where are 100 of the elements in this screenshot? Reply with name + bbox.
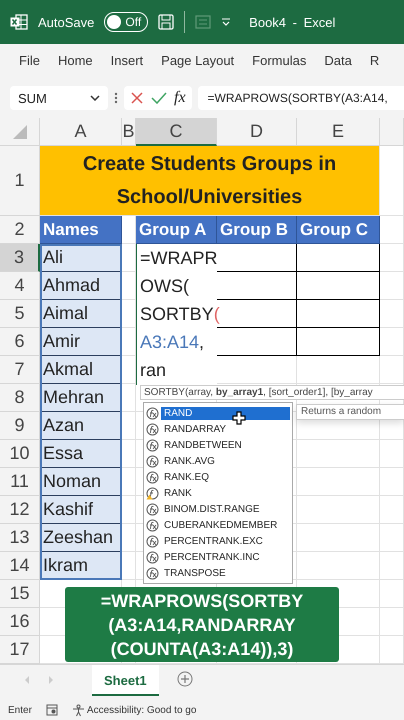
row-header[interactable]: 9 — [0, 412, 40, 440]
row-header[interactable]: 14 — [0, 552, 40, 580]
row-header[interactable]: 3 — [0, 244, 40, 272]
autosave-toggle[interactable]: Off — [104, 12, 148, 32]
title-cell: Create Students Groups in School/Universities — [40, 146, 380, 216]
table-cell: Ahmad — [40, 272, 122, 300]
table-cell — [380, 328, 404, 356]
column-header[interactable]: D — [217, 118, 297, 146]
table-cell — [380, 244, 404, 272]
sheet-tab[interactable]: Sheet1 — [92, 665, 159, 696]
add-sheet-icon[interactable] — [176, 671, 193, 687]
autocomplete-item[interactable]: RANK.EQ — [144, 469, 292, 485]
function-icon — [146, 422, 159, 436]
row-header[interactable]: 2 — [0, 216, 40, 244]
form-icon[interactable] — [195, 15, 212, 29]
table-cell: Akmal — [40, 356, 122, 384]
formula-field[interactable]: =WRAPROWS(SORTBY(A3:A14, — [198, 86, 404, 110]
description-tooltip: Returns a random — [296, 404, 404, 420]
ribbon-tab[interactable]: File — [10, 44, 49, 78]
table-cell — [380, 272, 404, 300]
table-cell: Azan — [40, 412, 122, 440]
column-header[interactable]: C — [136, 118, 217, 146]
function-icon — [146, 534, 159, 548]
row-header[interactable]: 12 — [0, 496, 40, 524]
autocomplete-item[interactable]: RANDBETWEEN — [144, 437, 292, 453]
row-header[interactable]: 10 — [0, 440, 40, 468]
mode-indicator: Enter — [8, 704, 32, 716]
autosave-label: AutoSave — [38, 14, 94, 30]
table-header-cell: Names — [40, 216, 122, 244]
chevron-down-icon[interactable] — [90, 95, 100, 101]
table-cell: Amir — [40, 328, 122, 356]
ribbon-tab[interactable]: Home — [48, 44, 102, 78]
check-icon[interactable] — [151, 91, 167, 105]
table-cell — [380, 300, 404, 328]
insert-function-button[interactable]: fx — [174, 89, 186, 107]
row-header[interactable]: 17 — [0, 636, 40, 664]
autocomplete-item[interactable]: RANK — [144, 485, 292, 501]
row-header[interactable]: 1 — [0, 146, 40, 216]
cell-editor[interactable]: =WRAPR OWS( SORTBY( A3:A14, ran — [136, 244, 217, 385]
excel-logo-icon — [10, 14, 28, 30]
table-cell — [380, 552, 404, 580]
accessibility-icon[interactable] — [72, 704, 85, 716]
autocomplete-item[interactable]: CUBERANKEDMEMBER — [144, 517, 292, 533]
macro-record-icon[interactable] — [46, 704, 58, 716]
table-cell: Aimal — [40, 300, 122, 328]
autocomplete-item[interactable]: BINOM.DIST.RANGE — [144, 501, 292, 517]
table-cell: Noman — [40, 468, 122, 496]
table-cell — [380, 524, 404, 552]
row-header[interactable]: 15 — [0, 580, 40, 608]
ribbon-tab[interactable]: Page Layout — [152, 44, 244, 78]
accessibility-status[interactable]: Accessibility: Good to go — [86, 704, 196, 716]
table-cell — [380, 608, 404, 636]
autocomplete-item[interactable]: TRANSPOSE — [144, 565, 292, 581]
table-cell — [380, 216, 404, 244]
row-header[interactable]: 5 — [0, 300, 40, 328]
autocomplete-item[interactable]: RANDARRAY — [144, 421, 292, 437]
caret-icon[interactable] — [221, 18, 232, 26]
table-cell — [380, 580, 404, 608]
autocomplete-item[interactable]: PERCENTRANK.INC — [144, 549, 292, 565]
function-icon — [146, 518, 159, 532]
function-icon — [146, 502, 159, 516]
window-title: Book4 - Excel — [249, 14, 336, 30]
row-header[interactable]: 13 — [0, 524, 40, 552]
table-cell: Kashif — [40, 496, 122, 524]
save-icon[interactable] — [158, 14, 174, 30]
function-icon — [146, 566, 159, 580]
table-header-cell: Group B — [217, 216, 297, 244]
ribbon-tab[interactable]: Insert — [102, 44, 152, 78]
table-cell — [380, 468, 404, 496]
function-signature-tooltip: SORTBY(array, by_array1, [sort_order1], [by_array — [140, 385, 404, 400]
ribbon-tab[interactable]: Formulas — [243, 44, 316, 78]
row-header[interactable]: 8 — [0, 384, 40, 412]
table-cell — [380, 496, 404, 524]
ribbon-tab[interactable]: R — [360, 44, 388, 78]
table-cell: Essa — [40, 440, 122, 468]
column-header[interactable]: A — [40, 118, 122, 146]
function-icon — [146, 438, 159, 452]
formula-callout: =WRAPROWS(SORTBY (A3:A14,RANDARRAY (COUNTA(A3:A14)),3) — [65, 587, 339, 662]
row-header[interactable]: 4 — [0, 272, 40, 300]
function-icon — [146, 550, 159, 564]
ribbon-tab[interactable]: Data — [315, 44, 361, 78]
column-header[interactable]: B — [122, 118, 136, 146]
table-cell: Zeeshan — [40, 524, 122, 552]
function-icon — [146, 470, 159, 484]
function-icon — [146, 454, 159, 468]
name-box[interactable]: SUM — [10, 86, 108, 110]
table-cell — [380, 440, 404, 468]
autocomplete-item[interactable]: PERCENTRANK.EXC — [144, 533, 292, 549]
function-warning-icon — [146, 486, 159, 500]
row-header[interactable]: 6 — [0, 328, 40, 356]
table-cell: Mehran — [40, 384, 122, 412]
row-header[interactable]: 16 — [0, 608, 40, 636]
table-header-cell: Group C — [297, 216, 380, 244]
column-header[interactable]: E — [297, 118, 380, 146]
autocomplete-item[interactable]: RANK.AVG — [144, 453, 292, 469]
cancel-icon[interactable] — [130, 91, 144, 105]
row-header[interactable]: 11 — [0, 468, 40, 496]
row-header[interactable]: 7 — [0, 356, 40, 384]
function-icon — [146, 406, 159, 420]
more-icon[interactable] — [114, 91, 118, 105]
